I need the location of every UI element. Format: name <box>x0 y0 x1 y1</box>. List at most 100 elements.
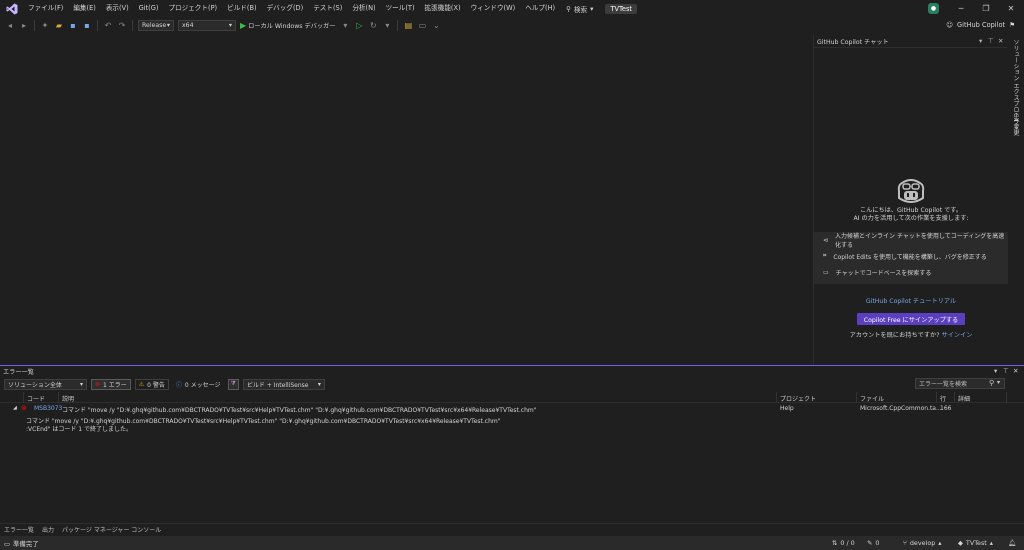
save-icon[interactable]: ▪ <box>67 19 79 31</box>
search-icon: ⚲ <box>566 4 571 13</box>
menu-file[interactable]: ファイル(F) <box>23 0 68 17</box>
toolbar-separator <box>97 19 98 31</box>
menu-test[interactable]: テスト(S) <box>308 0 347 17</box>
menu-git[interactable]: Git(G) <box>134 0 164 17</box>
menu-view[interactable]: 表示(V) <box>101 0 134 17</box>
menu-analyze[interactable]: 分析(N) <box>347 0 380 17</box>
tab-error-list[interactable]: エラー一覧 <box>0 525 38 534</box>
close-button[interactable]: ✕ <box>1000 0 1022 17</box>
chevron-down-icon: ▾ <box>590 4 594 13</box>
close-icon[interactable]: ✕ <box>998 37 1003 45</box>
menu-tools[interactable]: ツール(T) <box>381 0 420 17</box>
error-list-column-header: コード 説明 プロジェクト ファイル 行 詳細 <box>0 392 1024 403</box>
status-pencil[interactable]: ✎ 0 <box>867 539 879 547</box>
search-icon[interactable]: ⚲ <box>989 379 994 387</box>
status-branch[interactable]: ⑂ develop ▴ <box>903 539 942 547</box>
menu-help[interactable]: ヘルプ(H) <box>520 0 560 17</box>
menu-project[interactable]: プロジェクト(P) <box>163 0 222 17</box>
build-filter-select[interactable]: ビルド + IntelliSense ▾ <box>242 378 325 390</box>
menu-build[interactable]: ビルド(B) <box>222 0 261 17</box>
new-project-icon[interactable]: ✦ <box>39 19 51 31</box>
scope-value: ソリューション全体 <box>8 381 62 389</box>
hot-reload-icon[interactable]: ↻ <box>367 19 379 31</box>
expand-icon[interactable]: ◢ <box>13 405 17 411</box>
suggestion-item[interactable]: ⊲ 入力候補とインライン チャットを使用してコーディングを高速化する <box>814 232 1008 249</box>
solution-name[interactable]: TVTest <box>605 3 637 14</box>
status-repo-text: TVTest <box>965 539 987 547</box>
notification-bell-icon[interactable]: 🔔︎ <box>1008 539 1016 547</box>
github-copilot-button[interactable]: ☺ GitHub Copilot ⚑ <box>946 17 1015 33</box>
undo-icon[interactable]: ↶ <box>102 19 114 31</box>
error-icon: ⊗ <box>21 404 27 412</box>
column-file[interactable]: ファイル <box>860 394 884 403</box>
search-menu-label: 検索 <box>573 5 588 14</box>
suggestion-item[interactable]: ▭ チャットでコードベースを探索する <box>814 264 1008 280</box>
status-ready-text: 準備完了 <box>13 540 39 548</box>
status-repo[interactable]: ◆ TVTest ▴ <box>958 539 993 547</box>
configuration-select[interactable]: Release ▾ <box>138 19 174 31</box>
menu-edit[interactable]: 編集(E) <box>68 0 101 17</box>
filter-toggle-button[interactable]: ⧩ <box>227 378 239 390</box>
toolbar-overflow-icon[interactable]: ⌄ <box>430 19 442 31</box>
signin-link[interactable]: サインイン <box>941 332 972 339</box>
copilot-logo-icon <box>896 179 926 205</box>
copilot-signup-button[interactable]: Copilot Free にサインアップする <box>857 313 965 325</box>
maximize-button[interactable]: ❐ <box>975 0 997 17</box>
comment-icon[interactable]: ▭ <box>416 19 428 31</box>
editor-area[interactable] <box>0 35 812 365</box>
suggestion-item[interactable]: ⌗ Copilot Edits を使用して機能を構築し、バグを修正する <box>814 248 1008 264</box>
chevron-down-icon: ▾ <box>79 380 83 388</box>
dropdown-icon[interactable]: ▾ <box>979 37 982 45</box>
chevron-down-icon[interactable]: ▾ <box>339 19 351 31</box>
feedback-icon[interactable]: ⚑ <box>1009 21 1015 29</box>
start-debug-label[interactable]: ローカル Windows デバッガー <box>248 21 335 30</box>
suggestion-label: チャットでコードベースを探索する <box>835 269 932 277</box>
forward-icon[interactable]: ▸ <box>18 19 30 31</box>
chevron-down-icon[interactable]: ▾ <box>381 19 393 31</box>
redo-icon[interactable]: ↷ <box>116 19 128 31</box>
back-icon[interactable]: ◂ <box>4 19 16 31</box>
platform-value: x64 <box>182 21 194 29</box>
save-all-icon[interactable]: ▪ <box>81 19 93 31</box>
status-updown[interactable]: ⇅ 0 / 0 <box>832 539 855 547</box>
copilot-tutorial-link[interactable]: GitHub Copilot チュートリアル <box>814 296 1008 305</box>
close-icon[interactable]: ✕ <box>1013 367 1018 375</box>
pin-icon[interactable]: ⊤ <box>988 37 994 45</box>
solution-explorer-icon[interactable]: ▤ <box>402 19 414 31</box>
menu-extensions[interactable]: 拡張機能(X) <box>420 0 466 17</box>
account-avatar[interactable]: ● <box>928 3 939 14</box>
column-project[interactable]: プロジェクト <box>780 394 816 403</box>
chevron-down-icon[interactable]: ▾ <box>997 379 1000 386</box>
copilot-greeting-sub: AI の力を活用して次の作業を支援します: <box>853 215 969 222</box>
tab-package-manager-console[interactable]: パッケージ マネージャー コンソール <box>58 525 165 534</box>
pin-icon[interactable]: ⊤ <box>1003 367 1009 375</box>
open-folder-icon[interactable]: ▰ <box>53 19 65 31</box>
start-without-debug-icon[interactable]: ▷ <box>353 19 365 31</box>
errors-filter-button[interactable]: ⊗ 1 エラー <box>91 378 131 390</box>
column-divider <box>856 392 857 403</box>
column-divider <box>58 392 59 403</box>
search-placeholder: エラー一覧を検索 <box>919 381 968 388</box>
error-code-link[interactable]: MSB3073 <box>34 405 62 412</box>
column-description[interactable]: 説明 <box>62 394 74 403</box>
column-divider <box>23 392 24 403</box>
menu-debug[interactable]: デバッグ(D) <box>262 0 309 17</box>
tab-output[interactable]: 出力 <box>38 525 58 534</box>
column-code[interactable]: コード <box>27 394 45 403</box>
column-line[interactable]: 行 <box>940 394 946 403</box>
platform-select[interactable]: x64 ▾ <box>178 19 236 31</box>
column-detail[interactable]: 詳細 <box>958 394 970 403</box>
start-debug-icon[interactable]: ▶ <box>240 21 246 30</box>
dropdown-icon[interactable]: ▾ <box>994 367 997 375</box>
minimize-button[interactable]: ─ <box>950 0 972 17</box>
warnings-filter-button[interactable]: ⚠ 0 警告 <box>134 378 169 390</box>
search-menu[interactable]: ⚲ 検索 ▾ <box>560 4 599 14</box>
warnings-count: 0 警告 <box>147 381 165 389</box>
info-icon: ⓘ <box>175 381 182 389</box>
error-description-detail-end: :VCEnd" はコード 1 で終了しました。 <box>26 426 133 433</box>
messages-filter-button[interactable]: ⓘ 0 メッセージ <box>173 379 224 390</box>
scope-select[interactable]: ソリューション全体 ▾ <box>4 378 87 390</box>
tab-git-changes[interactable]: Git 変更 <box>1011 113 1020 136</box>
pencil-icon: ✎ <box>867 539 873 547</box>
menu-window[interactable]: ウィンドウ(W) <box>466 0 521 17</box>
